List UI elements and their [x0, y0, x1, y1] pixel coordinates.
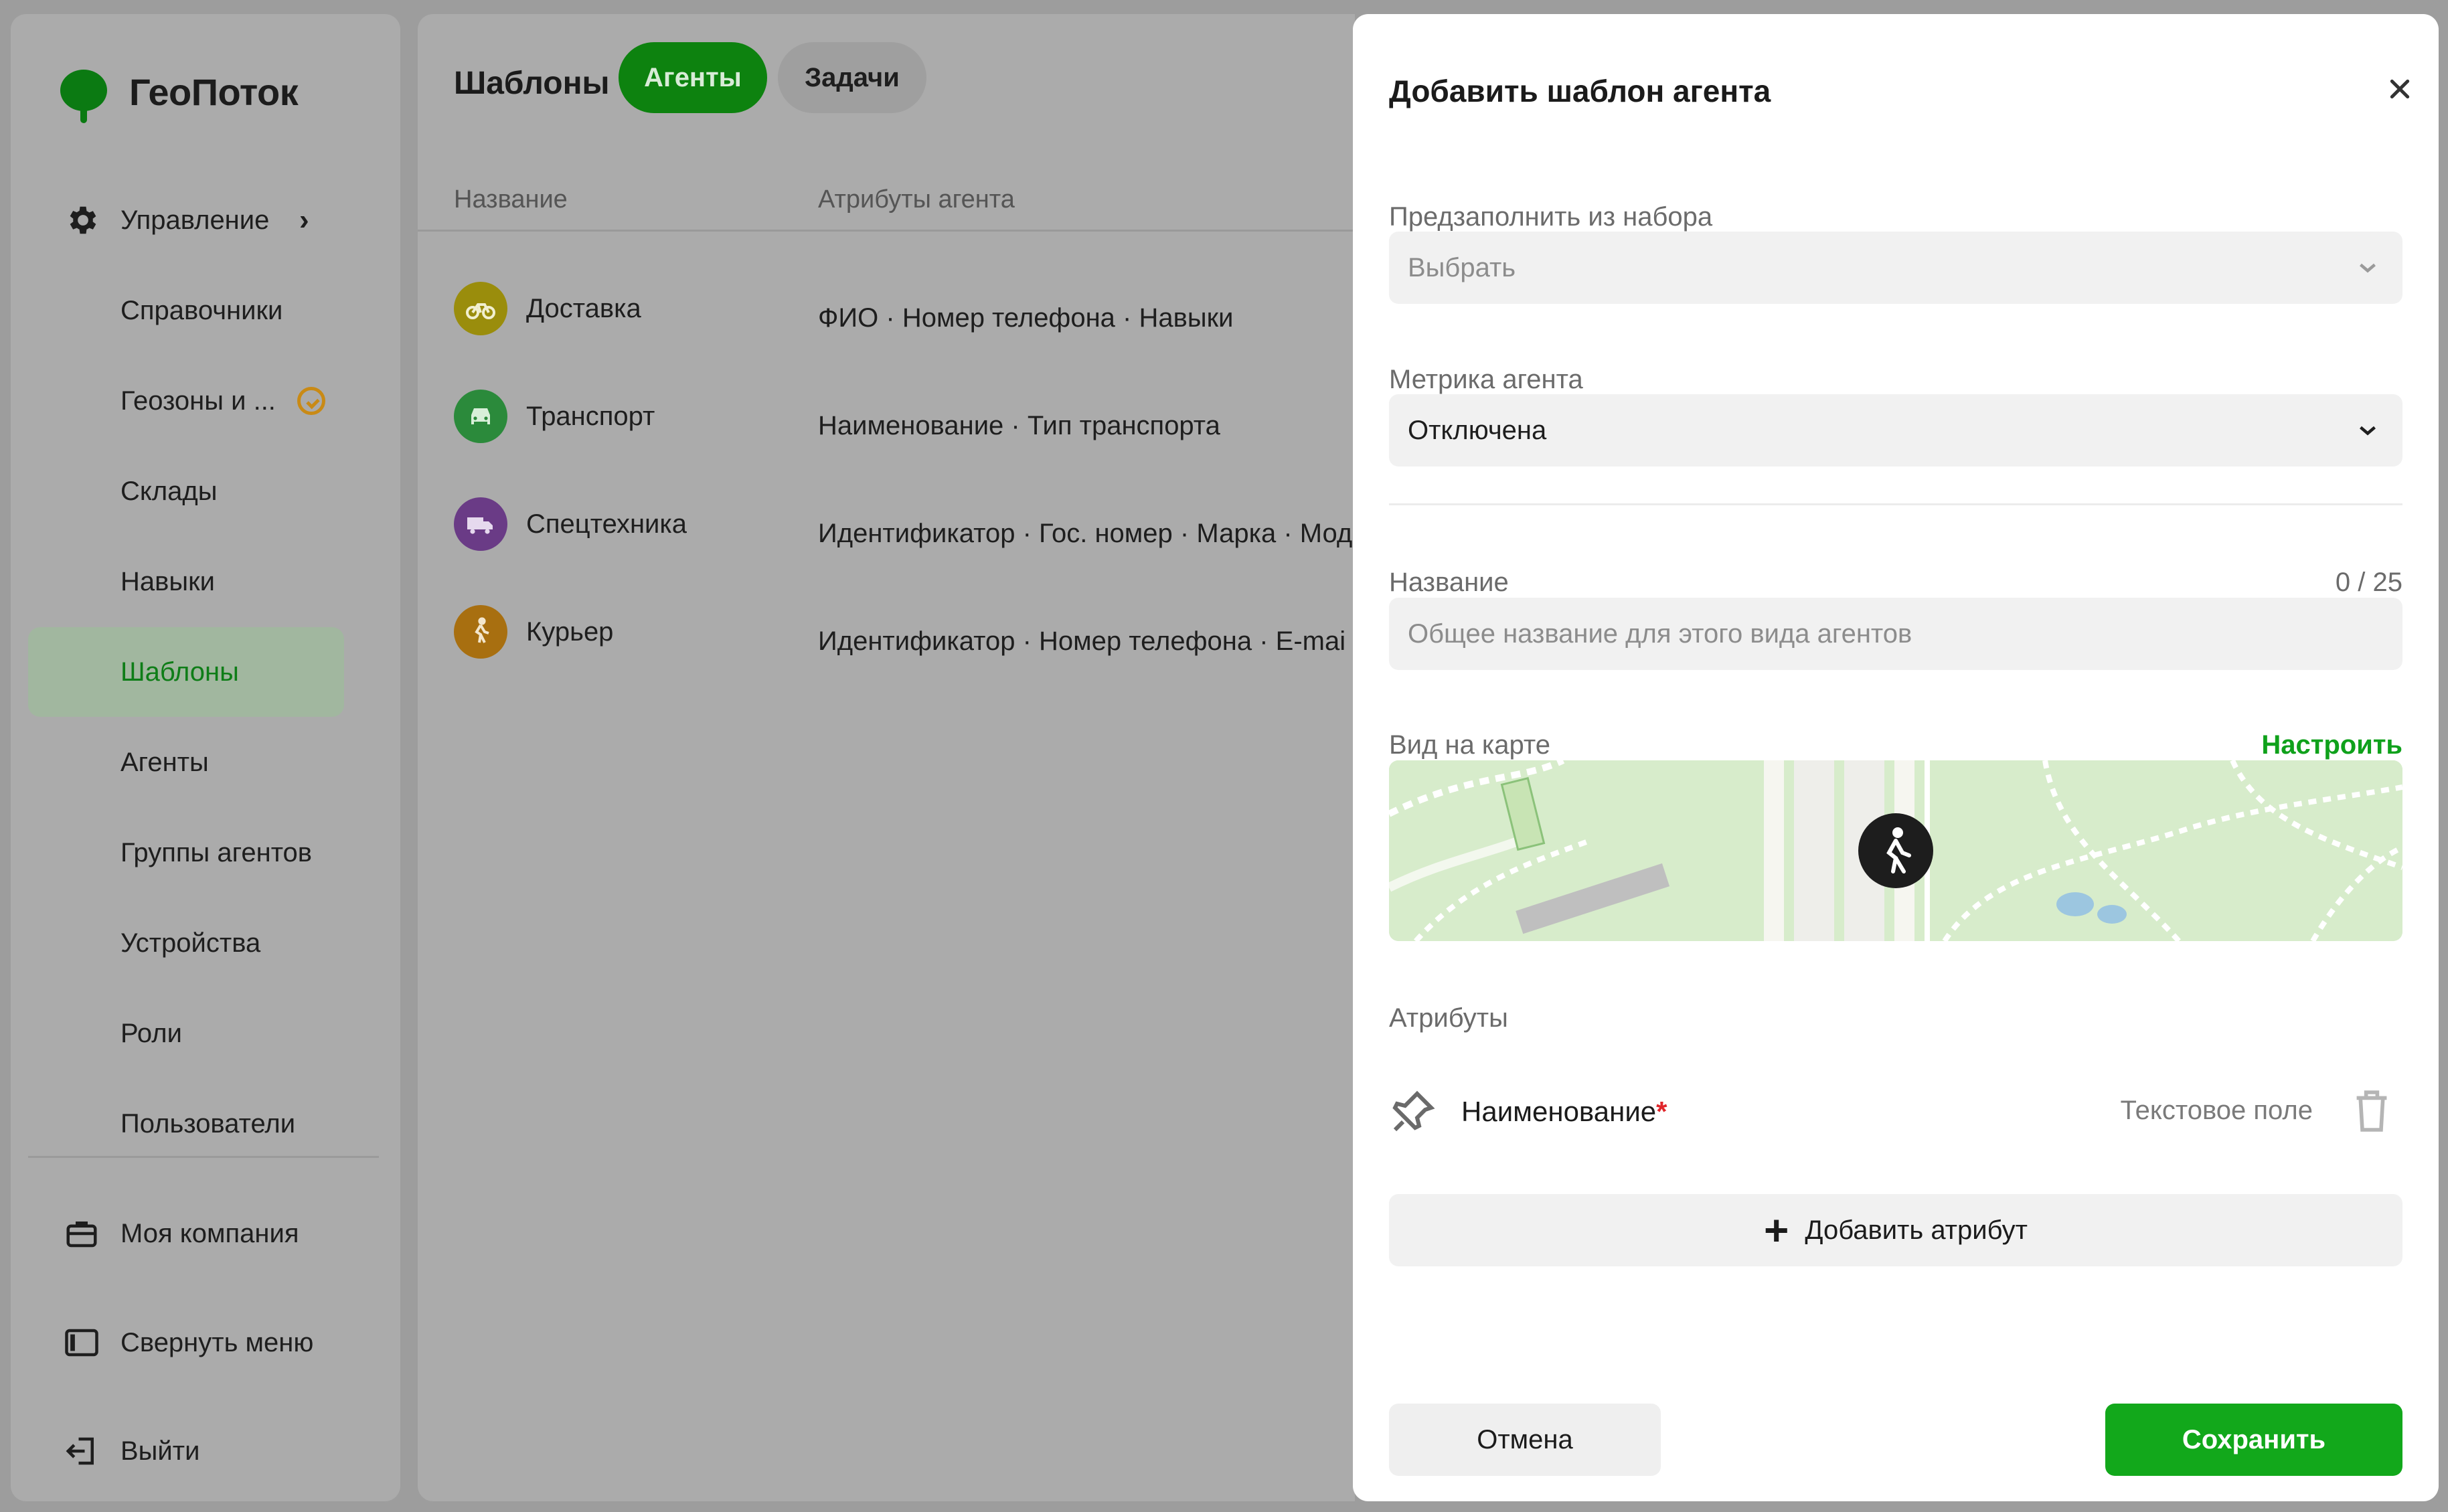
- name-char-counter: 0 / 25: [2335, 568, 2402, 597]
- tab-agents[interactable]: Агенты: [619, 42, 767, 113]
- sidebar-item-label: Роли: [120, 1018, 182, 1048]
- template-name: Спецтехника: [526, 509, 687, 539]
- template-attributes: Наименование · Тип транспорта: [818, 411, 1220, 440]
- agent-metric-label: Метрика агента: [1389, 365, 1583, 394]
- chevron-down-icon: [2360, 263, 2376, 273]
- check-circle-icon: [297, 387, 325, 415]
- sidebar-item-devices[interactable]: Устройства: [28, 898, 344, 988]
- sidebar-item-label: Группы агентов: [120, 837, 313, 867]
- gear-icon: [63, 201, 100, 239]
- sidebar-item-templates[interactable]: Шаблоны: [28, 627, 344, 717]
- table-row[interactable]: Транспорт Наименование · Тип транспорта: [418, 360, 1355, 467]
- save-button[interactable]: Сохранить: [2105, 1404, 2402, 1476]
- close-icon[interactable]: [2378, 68, 2421, 110]
- sidebar-item-warehouses[interactable]: Склады: [28, 446, 344, 536]
- column-header-attributes[interactable]: Атрибуты агента: [818, 185, 1015, 214]
- sidebar-item-agent-groups[interactable]: Группы агентов: [28, 808, 344, 898]
- prefill-label: Предзаполнить из набора: [1389, 202, 1713, 232]
- configure-map-link[interactable]: Настроить: [2261, 730, 2402, 760]
- prefill-placeholder: Выбрать: [1408, 252, 1516, 282]
- sidebar-item-collapse-menu[interactable]: Свернуть меню: [28, 1298, 344, 1388]
- map-preview: [1389, 760, 2402, 941]
- plus-icon: +: [1764, 1206, 1789, 1254]
- sidebar-item-label: Агенты: [120, 747, 209, 777]
- walking-person-icon: [454, 605, 507, 659]
- name-input[interactable]: Общее название для этого вида агентов: [1389, 598, 2402, 670]
- sidebar-collapse-icon: [63, 1324, 100, 1361]
- sidebar-item-label: Свернуть меню: [120, 1327, 314, 1357]
- app-name: ГеоПоток: [129, 70, 299, 113]
- logout-icon: [63, 1432, 100, 1470]
- sidebar-item-label: Навыки: [120, 566, 215, 596]
- tab-tasks[interactable]: Задачи: [778, 42, 926, 113]
- chevron-down-icon: [2360, 426, 2376, 436]
- sidebar-item-directories[interactable]: Справочники: [28, 266, 344, 355]
- add-attribute-button[interactable]: + Добавить атрибут: [1389, 1194, 2402, 1266]
- briefcase-icon: [63, 1215, 100, 1252]
- chevron-right-icon: ›: [299, 203, 309, 236]
- attribute-type: Текстовое поле: [2120, 1096, 2313, 1125]
- template-name: Доставка: [526, 294, 641, 323]
- sidebar-item-label: Управление: [120, 205, 270, 235]
- car-icon: [454, 390, 507, 443]
- map-view-label: Вид на карте: [1389, 730, 1551, 760]
- app-logo[interactable]: ГеоПоток: [48, 52, 299, 132]
- required-marker: *: [1656, 1096, 1667, 1127]
- add-agent-template-dialog: Добавить шаблон агента Предзаполнить из …: [1353, 14, 2439, 1501]
- sidebar-item-roles[interactable]: Роли: [28, 989, 344, 1078]
- sidebar-item-management[interactable]: Управление ›: [28, 175, 344, 265]
- cancel-button[interactable]: Отмена: [1389, 1404, 1661, 1476]
- sidebar-item-label: Устройства: [120, 928, 261, 958]
- sidebar-divider: [28, 1156, 379, 1158]
- sidebar-item-my-company[interactable]: Моя компания: [28, 1189, 344, 1278]
- section-divider: [1389, 503, 2402, 505]
- sidebar-item-label: Пользователи: [120, 1108, 296, 1139]
- column-header-name[interactable]: Название: [454, 185, 568, 214]
- sidebar-item-logout[interactable]: Выйти: [28, 1406, 344, 1496]
- map-background: [1389, 760, 2402, 941]
- logo-tree-icon: [48, 62, 118, 123]
- attributes-label: Атрибуты: [1389, 1003, 1508, 1033]
- sidebar-item-users[interactable]: Пользователи: [28, 1079, 344, 1169]
- template-attributes: Идентификатор · Номер телефона · E-mai: [818, 626, 1346, 656]
- add-attribute-label: Добавить атрибут: [1805, 1215, 2028, 1245]
- templates-list-panel: Шаблоны Агенты Задачи Название Атрибуты …: [418, 14, 1355, 1501]
- name-label: Название: [1389, 568, 1509, 597]
- agent-metric-value: Отключена: [1408, 415, 1547, 445]
- template-name: Транспорт: [526, 402, 655, 431]
- sidebar-item-agents[interactable]: Агенты: [28, 718, 344, 807]
- dialog-title: Добавить шаблон агента: [1389, 74, 1771, 108]
- template-name: Курьер: [526, 617, 614, 647]
- table-row[interactable]: Курьер Идентификатор · Номер телефона · …: [418, 576, 1355, 683]
- sidebar-item-label: Геозоны и ...: [120, 386, 276, 416]
- sidebar-item-label: Выйти: [120, 1436, 200, 1466]
- truck-icon: [454, 497, 507, 551]
- bicycle-icon: [454, 282, 507, 335]
- table-header-divider: [418, 230, 1355, 232]
- trash-icon[interactable]: [2353, 1088, 2390, 1135]
- sidebar-item-geozones[interactable]: Геозоны и ...: [28, 356, 344, 446]
- name-placeholder: Общее название для этого вида агентов: [1408, 618, 1912, 649]
- attribute-name: Наименование*: [1461, 1096, 1667, 1127]
- pin-icon[interactable]: [1389, 1088, 1437, 1136]
- table-row[interactable]: Доставка ФИО · Номер телефона · Навыки: [418, 252, 1355, 359]
- prefill-select[interactable]: Выбрать: [1389, 232, 2402, 304]
- agent-metric-select[interactable]: Отключена: [1389, 394, 2402, 467]
- sidebar-item-label: Справочники: [120, 295, 283, 325]
- template-attributes: ФИО · Номер телефона · Навыки: [818, 303, 1234, 333]
- sidebar-item-label: Шаблоны: [120, 657, 239, 687]
- sidebar-item-label: Моя компания: [120, 1218, 299, 1248]
- sidebar-item-label: Склады: [120, 476, 218, 506]
- template-attributes: Идентификатор · Гос. номер · Марка · Мод: [818, 519, 1353, 548]
- page-title: Шаблоны: [454, 66, 610, 101]
- sidebar-item-skills[interactable]: Навыки: [28, 537, 344, 626]
- attribute-row[interactable]: Наименование* Текстовое поле: [1389, 1078, 2402, 1145]
- table-row[interactable]: Спецтехника Идентификатор · Гос. номер ·…: [418, 468, 1355, 575]
- sidebar: ГеоПоток Управление › Справочники Геозон…: [11, 14, 400, 1501]
